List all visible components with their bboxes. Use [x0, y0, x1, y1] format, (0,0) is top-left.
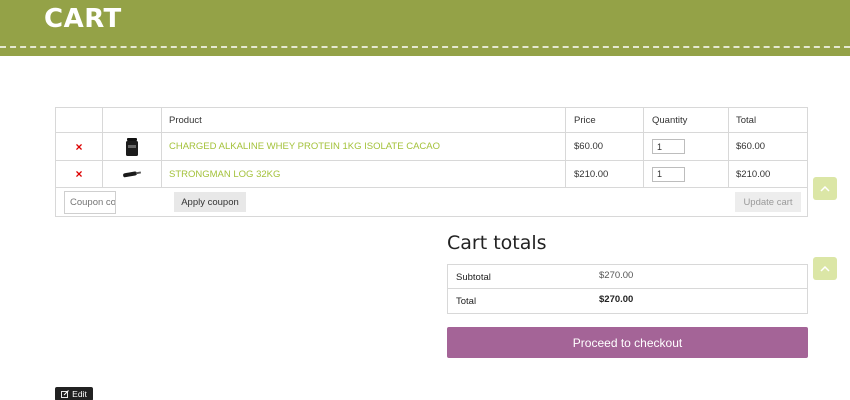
- chevron-up-icon: [820, 185, 830, 192]
- total-label: Total: [456, 296, 477, 307]
- item-price: $60.00: [574, 141, 604, 152]
- subtotal-label: Subtotal: [456, 272, 491, 283]
- edit-label: Edit: [72, 389, 87, 399]
- log-bar-icon[interactable]: [102, 161, 161, 187]
- column-header-product: Product: [169, 114, 202, 126]
- remove-item-icon[interactable]: ×: [56, 133, 102, 160]
- total-value: $270.00: [599, 294, 634, 305]
- quantity-field-wrap: [652, 133, 685, 160]
- product-link[interactable]: STRONGMAN LOG 32KG: [169, 161, 280, 187]
- chevron-up-icon: [820, 265, 830, 272]
- quantity-input[interactable]: [652, 139, 685, 154]
- item-total: $60.00: [736, 141, 766, 152]
- table-row: × CHARGED ALKALINE WHEY PROTEIN 1KG ISOL…: [56, 133, 807, 161]
- cart-totals-table: Subtotal $270.00 Total $270.00: [447, 264, 808, 314]
- page-title: CART: [44, 4, 122, 34]
- table-row: × STRONGMAN LOG 32KG $210.00 $210.00: [56, 161, 807, 188]
- scroll-to-top-button[interactable]: [813, 177, 837, 200]
- column-header-total: Total: [736, 114, 757, 126]
- page-header: CART: [0, 0, 850, 56]
- subtotal-value: $270.00: [599, 270, 634, 281]
- subtotal-row: Subtotal $270.00: [448, 265, 807, 289]
- quantity-field-wrap: [652, 161, 685, 187]
- column-header-quantity: Quantity: [652, 114, 688, 126]
- product-link[interactable]: CHARGED ALKALINE WHEY PROTEIN 1KG ISOLAT…: [169, 133, 440, 160]
- edit-icon: [61, 390, 70, 398]
- edit-button[interactable]: Edit: [55, 387, 93, 400]
- column-header-price: Price: [574, 114, 596, 126]
- proceed-to-checkout-button[interactable]: Proceed to checkout: [447, 327, 808, 358]
- quantity-input[interactable]: [652, 166, 685, 182]
- apply-coupon-button[interactable]: Apply coupon: [174, 192, 246, 212]
- table-header-row: Product Price Quantity Total: [56, 108, 807, 133]
- remove-item-icon[interactable]: ×: [56, 161, 102, 187]
- update-cart-button[interactable]: Update cart: [735, 192, 801, 212]
- cart-totals-heading: Cart totals: [447, 232, 547, 254]
- coupon-code-input[interactable]: [64, 191, 116, 214]
- protein-tub-icon[interactable]: [102, 133, 161, 160]
- header-dashed-divider: [0, 46, 850, 48]
- cart-table: Product Price Quantity Total × CHARGED A…: [55, 107, 808, 217]
- scroll-to-top-button[interactable]: [813, 257, 837, 280]
- item-price: $210.00: [574, 168, 609, 180]
- total-row: Total $270.00: [448, 290, 807, 314]
- item-total: $210.00: [736, 168, 771, 180]
